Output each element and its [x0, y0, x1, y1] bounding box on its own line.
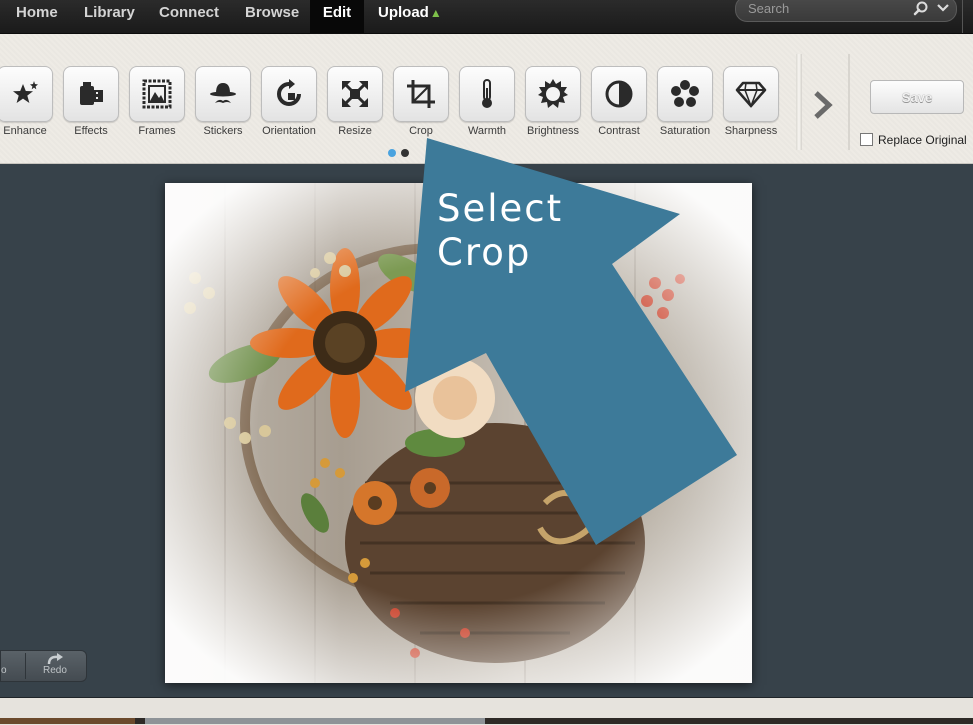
flower-dots-icon: [671, 80, 699, 107]
nav-home[interactable]: Home: [16, 0, 58, 33]
toolbar-page-dots: [388, 144, 414, 162]
tool-warmth-label: Warmth: [467, 125, 507, 137]
nav-library[interactable]: Library: [84, 0, 135, 33]
tool-brightness[interactable]: Brightness: [524, 66, 582, 137]
redo-button[interactable]: Redo: [27, 651, 85, 681]
tool-effects-button[interactable]: [63, 66, 119, 122]
filmstrip: [0, 718, 973, 724]
redo-label: Redo: [43, 665, 67, 676]
tool-sharpness[interactable]: Sharpness: [722, 66, 780, 137]
search-input[interactable]: [746, 0, 900, 19]
tool-contrast[interactable]: Contrast: [590, 66, 648, 137]
annotation-line-1: Select: [437, 187, 564, 230]
tool-effects-label: Effects: [74, 125, 108, 137]
tool-saturation-button[interactable]: [657, 66, 713, 122]
tool-warmth[interactable]: Warmth: [458, 66, 516, 137]
tool-enhance-button[interactable]: [0, 66, 53, 122]
upload-arrow-icon: ▲: [429, 6, 442, 20]
page-dot[interactable]: [401, 149, 409, 157]
save-button[interactable]: Save: [870, 80, 964, 114]
nav-upload[interactable]: Upload▲: [378, 0, 442, 33]
filmstrip-scrollbar[interactable]: [145, 718, 485, 724]
tool-orientation-button[interactable]: [261, 66, 317, 122]
half-circle-icon: [605, 80, 633, 108]
tool-orientation[interactable]: Orientation: [260, 66, 318, 137]
nav-upload-label: Upload: [378, 4, 429, 21]
tool-crop[interactable]: Crop: [392, 66, 450, 137]
tool-resize[interactable]: Resize: [326, 66, 384, 137]
chevron-right-icon[interactable]: [811, 88, 835, 122]
top-navigation-bar: Home Library Connect Browse Edit Upload▲: [0, 0, 973, 34]
tool-saturation[interactable]: Saturation: [656, 66, 714, 137]
bowler-hat-mustache-icon: [210, 83, 236, 103]
tool-stickers[interactable]: Stickers: [194, 66, 252, 137]
tool-frames-button[interactable]: [129, 66, 185, 122]
tool-brightness-label: Brightness: [527, 125, 579, 137]
diamond-icon: [735, 81, 767, 109]
undo-label: o: [1, 665, 7, 676]
nav-edit[interactable]: Edit: [310, 0, 364, 33]
toolbar-divider: [796, 54, 802, 150]
toolbar-divider-2: [848, 54, 850, 150]
tool-resize-label: Resize: [338, 125, 372, 137]
replace-original-option[interactable]: Replace Original: [860, 133, 967, 147]
tool-crop-button[interactable]: [393, 66, 449, 122]
replace-original-label: Replace Original: [878, 133, 967, 147]
tool-enhance-label: Enhance: [3, 125, 47, 137]
redo-icon: [47, 653, 63, 665]
tool-warmth-button[interactable]: [459, 66, 515, 122]
search-icon[interactable]: [911, 0, 931, 16]
annotation-line-2: Crop: [437, 231, 532, 274]
tool-resize-button[interactable]: [327, 66, 383, 122]
filmstrip-thumbnail[interactable]: [0, 718, 135, 724]
picture-frame-icon: [142, 79, 172, 109]
nav-separator: [962, 0, 963, 33]
tool-brightness-button[interactable]: [525, 66, 581, 122]
resize-arrows-icon: [342, 81, 368, 107]
tool-saturation-label: Saturation: [659, 125, 711, 137]
undo-redo-bar: o Redo: [0, 650, 87, 682]
chevron-down-icon[interactable]: [936, 1, 950, 15]
rotate-icon: [277, 79, 301, 106]
sun-icon: [538, 79, 568, 108]
tool-crop-label: Crop: [409, 125, 433, 137]
tool-contrast-label: Contrast: [598, 125, 640, 137]
thermometer-icon: [482, 79, 492, 108]
edit-toolbar: Enhance Effects Frames Stickers Orientat…: [0, 34, 973, 164]
tool-stickers-button[interactable]: [195, 66, 251, 122]
star-magic-icon: [13, 81, 38, 103]
page-dot-active[interactable]: [388, 149, 396, 157]
undo-button[interactable]: o: [1, 651, 23, 681]
tool-stickers-label: Stickers: [203, 125, 243, 137]
tool-enhance[interactable]: Enhance: [0, 66, 54, 137]
tool-frames-label: Frames: [138, 125, 176, 137]
replace-original-checkbox[interactable]: [860, 133, 873, 146]
crop-icon: [407, 80, 435, 108]
tool-sharpness-label: Sharpness: [724, 125, 778, 137]
nav-connect[interactable]: Connect: [159, 0, 219, 33]
tool-orientation-label: Orientation: [262, 125, 316, 137]
undo-redo-separator: [25, 653, 26, 679]
film-canister-icon: [80, 82, 103, 105]
annotation-text: Select Crop: [437, 187, 563, 275]
nav-browse[interactable]: Browse: [245, 0, 299, 33]
search-box: [735, 0, 957, 22]
tool-contrast-button[interactable]: [591, 66, 647, 122]
tool-frames[interactable]: Frames: [128, 66, 186, 137]
tool-effects[interactable]: Effects: [62, 66, 120, 137]
tool-sharpness-button[interactable]: [723, 66, 779, 122]
